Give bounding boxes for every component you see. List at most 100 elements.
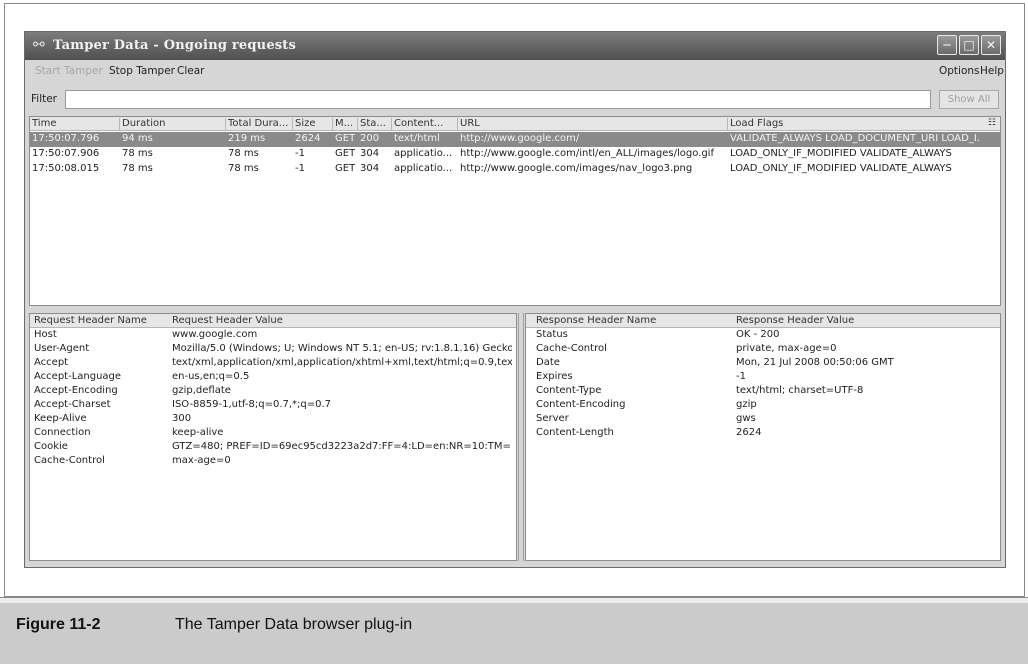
request-cell-duration: 78 ms: [122, 148, 153, 159]
start-tamper-button[interactable]: Start Tamper: [35, 65, 103, 77]
response-header-value: 2624: [736, 427, 762, 438]
request-header-name: Cache-Control: [34, 455, 105, 466]
column-header-url[interactable]: URL: [460, 118, 480, 129]
figure-caption-bar: Figure 11-2 The Tamper Data browser plug…: [0, 597, 1028, 664]
column-separator[interactable]: [727, 118, 728, 130]
request-cell-total-duration: 78 ms: [228, 163, 259, 174]
response-header-row[interactable]: Date Mon, 21 Jul 2008 00:50:06 GMT: [526, 357, 1000, 371]
request-header-name: Connection: [34, 427, 91, 438]
options-menu[interactable]: Options: [939, 65, 980, 77]
request-cell-url: http://www.google.com/images/nav_logo3.p…: [460, 163, 693, 174]
minimize-button[interactable]: ─: [937, 35, 957, 55]
request-header-row[interactable]: Accept-Language en-us,en;q=0.5: [30, 371, 516, 385]
request-header-row[interactable]: Connection keep-alive: [30, 427, 516, 441]
column-separator[interactable]: [119, 118, 120, 130]
filter-row: Filter Show All: [25, 88, 1005, 112]
response-header-name: Content-Encoding: [536, 399, 626, 410]
stop-tamper-button[interactable]: Stop Tamper: [109, 65, 175, 77]
response-header-value: gzip: [736, 399, 757, 410]
request-cell-content-type: applicatio...: [394, 148, 453, 159]
request-header-name: User-Agent: [34, 343, 90, 354]
column-separator[interactable]: [357, 118, 358, 130]
response-header-value: OK - 200: [736, 329, 780, 340]
column-header-method[interactable]: M...: [335, 118, 353, 129]
pane-splitter[interactable]: [518, 313, 524, 561]
response-header-row[interactable]: Content-Type text/html; charset=UTF-8: [526, 385, 1000, 399]
request-cell-status: 304: [360, 163, 380, 174]
response-header-name: Server: [536, 413, 569, 424]
request-cell-size: 2624: [295, 133, 321, 144]
request-header-row[interactable]: User-Agent Mozilla/5.0 (Windows; U; Windo…: [30, 343, 516, 357]
request-cell-status: 200: [360, 133, 380, 144]
show-all-button[interactable]: Show All: [939, 90, 999, 109]
response-header-value: private, max-age=0: [736, 343, 837, 354]
request-header-value: GTZ=480; PREF=ID=69ec95cd3223a2d7:FF=4:L…: [172, 441, 512, 452]
filter-label: Filter: [31, 93, 58, 105]
request-row[interactable]: 17:50:07.906 78 ms 78 ms -1 GET 304 applicatio…: [30, 147, 1000, 162]
response-header-row[interactable]: Status OK - 200: [526, 329, 1000, 343]
request-cell-total-duration: 219 ms: [228, 133, 266, 144]
requests-table: ☷ Time Duration Total Dura... Size M... Sta..…: [29, 116, 1001, 306]
response-header-row[interactable]: Content-Length 2624: [526, 427, 1000, 441]
figure-caption: The Tamper Data browser plug-in: [175, 616, 413, 633]
clear-button[interactable]: Clear: [177, 65, 204, 77]
title-bar[interactable]: ⚯ Tamper Data - Ongoing requests ─ □ ✕: [25, 32, 1005, 60]
request-header-row[interactable]: Accept-Charset ISO-8859-1,utf-8;q=0.7,*;q…: [30, 399, 516, 413]
filter-input[interactable]: [65, 90, 931, 109]
tamper-data-window: ⚯ Tamper Data - Ongoing requests ─ □ ✕ S…: [24, 31, 1006, 568]
request-cell-load-flags: LOAD_ONLY_IF_MODIFIED VALIDATE_ALWAYS: [730, 163, 952, 174]
maximize-button[interactable]: □: [959, 35, 979, 55]
response-header-row[interactable]: Cache-Control private, max-age=0: [526, 343, 1000, 357]
column-header-duration[interactable]: Duration: [122, 118, 165, 129]
column-header-status[interactable]: Sta...: [360, 118, 386, 129]
response-header-row[interactable]: Expires -1: [526, 371, 1000, 385]
request-row[interactable]: 17:50:07.796 94 ms 219 ms 2624 GET 200 text/ht…: [30, 132, 1000, 147]
response-header-row[interactable]: Server gws: [526, 413, 1000, 427]
request-cell-load-flags: LOAD_ONLY_IF_MODIFIED VALIDATE_ALWAYS: [730, 148, 952, 159]
column-header-size[interactable]: Size: [295, 118, 316, 129]
response-header-row[interactable]: Content-Encoding gzip: [526, 399, 1000, 413]
request-headers-pane: Request Header Name Request Header Value…: [29, 313, 517, 561]
request-header-value: www.google.com: [172, 329, 258, 340]
column-picker-icon[interactable]: ☷: [988, 118, 996, 128]
request-cell-duration: 94 ms: [122, 133, 153, 144]
request-header-name: Accept-Charset: [34, 399, 111, 410]
request-cell-url: http://www.google.com/intl/en_ALL/images…: [460, 148, 714, 159]
column-separator[interactable]: [225, 118, 226, 130]
response-header-value: gws: [736, 413, 756, 424]
column-header-total-duration[interactable]: Total Dura...: [228, 118, 288, 129]
request-header-value: keep-alive: [172, 427, 224, 438]
help-menu[interactable]: Help: [980, 65, 1004, 77]
column-separator[interactable]: [332, 118, 333, 130]
request-cell-content-type: text/html: [394, 133, 440, 144]
response-header-value: text/html; charset=UTF-8: [736, 385, 864, 396]
request-header-value-column[interactable]: Request Header Value: [172, 315, 283, 326]
request-header-name: Cookie: [34, 441, 68, 452]
request-row[interactable]: 17:50:08.015 78 ms 78 ms -1 GET 304 applicatio…: [30, 162, 1000, 177]
column-header-time[interactable]: Time: [32, 118, 56, 129]
column-header-content-type[interactable]: Content...: [394, 118, 443, 129]
request-header-name-column[interactable]: Request Header Name: [34, 315, 147, 326]
response-header-value-column[interactable]: Response Header Value: [736, 315, 854, 326]
caption-divider: [0, 598, 1028, 603]
menu-bar: Start Tamper Stop Tamper Clear Options H…: [25, 60, 1005, 82]
request-header-value: text/xml,application/xml,application/xht…: [172, 357, 512, 368]
request-header-row[interactable]: Accept text/xml,application/xml,applicati…: [30, 357, 516, 371]
response-header-value: Mon, 21 Jul 2008 00:50:06 GMT: [736, 357, 894, 368]
request-header-name: Accept-Encoding: [34, 385, 118, 396]
request-cell-status: 304: [360, 148, 380, 159]
response-header-name-column[interactable]: Response Header Name: [536, 315, 656, 326]
request-header-name: Host: [34, 329, 57, 340]
column-separator[interactable]: [391, 118, 392, 130]
close-button[interactable]: ✕: [981, 35, 1001, 55]
column-separator[interactable]: [457, 118, 458, 130]
response-header-name: Status: [536, 329, 568, 340]
request-header-name: Accept: [34, 357, 69, 368]
request-header-row[interactable]: Keep-Alive 300: [30, 413, 516, 427]
request-header-row[interactable]: Cookie GTZ=480; PREF=ID=69ec95cd3223a2d7:…: [30, 441, 516, 455]
column-separator[interactable]: [292, 118, 293, 130]
request-header-row[interactable]: Cache-Control max-age=0: [30, 455, 516, 469]
request-header-row[interactable]: Accept-Encoding gzip,deflate: [30, 385, 516, 399]
column-header-load-flags[interactable]: Load Flags: [730, 118, 783, 129]
request-header-row[interactable]: Host www.google.com: [30, 329, 516, 343]
